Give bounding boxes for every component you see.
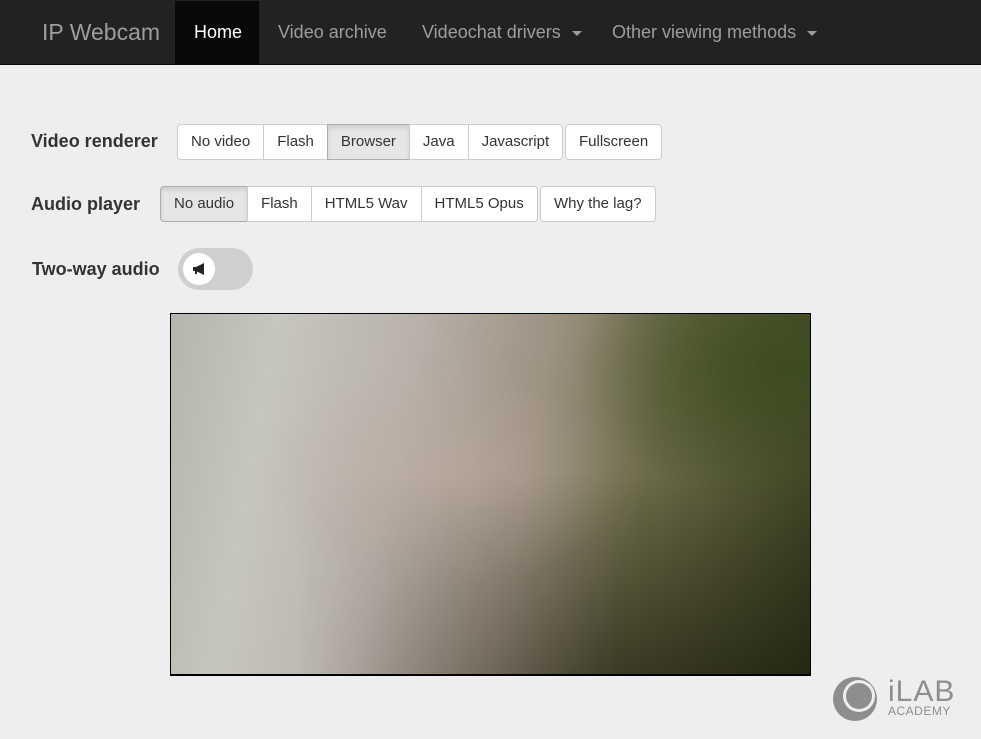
why-lag-group: Why the lag? — [540, 186, 656, 222]
video-renderer-javascript[interactable]: Javascript — [467, 124, 564, 160]
audio-player-html5-wav[interactable]: HTML5 Wav — [310, 186, 422, 222]
nav-video-archive-label: Video archive — [278, 22, 387, 42]
megaphone-icon — [193, 263, 204, 275]
nav-home[interactable]: Home — [175, 1, 259, 64]
fullscreen-group: Fullscreen — [565, 124, 663, 160]
audio-player-group: No audio Flash HTML5 Wav HTML5 Opus — [160, 186, 538, 222]
video-renderer-browser[interactable]: Browser — [326, 124, 410, 160]
chevron-down-icon — [807, 30, 818, 36]
brand-link[interactable]: IP Webcam — [42, 17, 160, 47]
audio-player-html5-opus[interactable]: HTML5 Opus — [420, 186, 538, 222]
audio-player-label: Audio player — [31, 194, 141, 214]
video-renderer-flash[interactable]: Flash — [263, 124, 328, 160]
crescent-logo-icon — [833, 677, 877, 721]
nav-videochat-drivers[interactable]: Videochat drivers — [403, 1, 601, 64]
logo-text-sub: ACADEMY — [888, 704, 951, 718]
toggle-knob — [183, 253, 215, 285]
audio-player-flash[interactable]: Flash — [247, 186, 312, 222]
nav-home-label: Home — [194, 22, 243, 42]
chevron-down-icon — [571, 30, 582, 36]
audio-player-no-audio[interactable]: No audio — [160, 186, 249, 222]
video-renderer-no-video[interactable]: No video — [177, 124, 265, 160]
video-renderer-java[interactable]: Java — [408, 124, 469, 160]
nav-other-viewing-methods[interactable]: Other viewing methods — [593, 1, 836, 64]
why-the-lag-button[interactable]: Why the lag? — [540, 186, 656, 222]
nav-other-viewing-methods-label: Other viewing methods — [612, 22, 797, 42]
nav-videochat-drivers-label: Videochat drivers — [422, 22, 561, 42]
video-renderer-label: Video renderer — [31, 131, 158, 151]
nav-video-archive[interactable]: Video archive — [259, 1, 406, 64]
ilab-academy-logo: iLAB ACADEMY — [832, 675, 962, 722]
top-navbar: IP Webcam Home Video archive Videochat d… — [0, 0, 981, 65]
two-way-audio-toggle[interactable] — [178, 248, 253, 290]
video-renderer-group: No video Flash Browser Java Javascript — [177, 124, 564, 160]
video-stream[interactable] — [170, 313, 811, 676]
two-way-audio-label: Two-way audio — [32, 259, 160, 279]
fullscreen-button[interactable]: Fullscreen — [565, 124, 663, 160]
